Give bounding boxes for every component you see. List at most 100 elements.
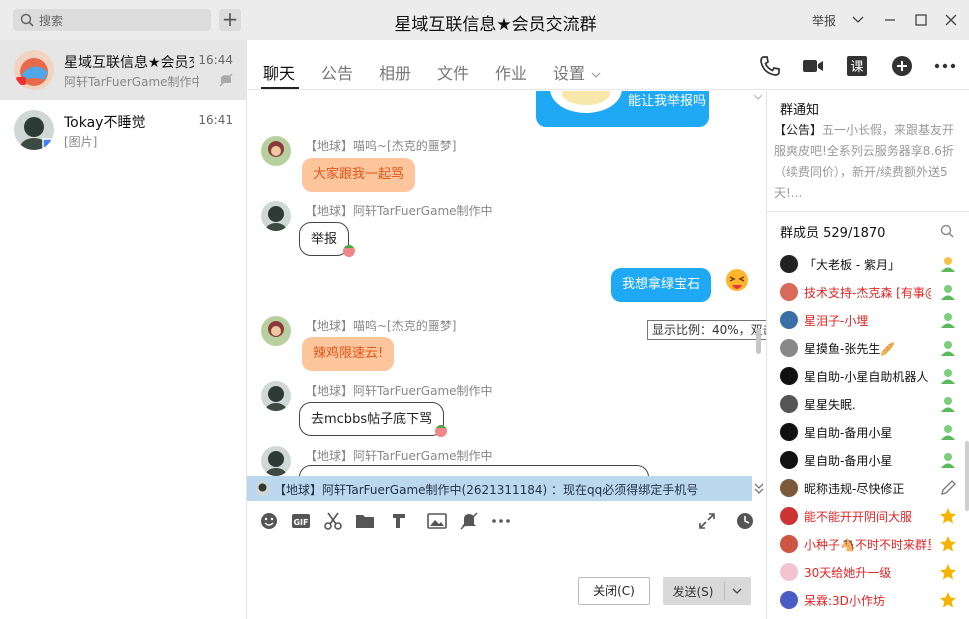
member-item[interactable]: 星泪子-小埋 <box>767 306 969 334</box>
member-search-icon[interactable] <box>939 223 955 239</box>
more-icon[interactable] <box>933 54 957 78</box>
member-name: 星自助-备用小星 <box>804 454 893 468</box>
minimize-icon[interactable] <box>881 11 899 29</box>
tab-album[interactable]: 相册 <box>379 60 411 84</box>
music-icon[interactable] <box>389 511 409 531</box>
member-avatar <box>780 591 798 609</box>
member-avatar <box>780 283 798 301</box>
collapse-icon[interactable] <box>752 93 764 103</box>
new-message-notice[interactable]: 【地球】阿轩TarFuerGame制作中(2621311184) ：现在qq必须… <box>247 476 752 501</box>
edit-icon <box>941 480 956 495</box>
member-name: 30天给她升一级 <box>804 566 892 580</box>
star-icon <box>940 564 956 580</box>
conversation-panel: 搜索 + 星域互联信息★会员交流群 16:44 阿轩TarFuerGame制作中… <box>0 0 247 619</box>
member-item[interactable]: 30天给她升一级 <box>767 558 969 586</box>
group-notice-body[interactable]: 【公告】五一小长假，来跟基友开服爽皮吧!全系列云服务器享8.6折（续费同价），新… <box>774 120 964 204</box>
emoji-picker-icon[interactable] <box>259 511 279 531</box>
gif-icon[interactable]: GIF <box>291 511 311 531</box>
message-bubble[interactable]: 我想拿绿宝石 <box>611 268 712 302</box>
tab-settings-label: 设置 <box>553 64 586 83</box>
active-tab-indicator <box>261 87 299 89</box>
admin-icon <box>941 425 955 440</box>
sender-avatar[interactable] <box>261 446 291 476</box>
member-item[interactable]: 小种子🐴不时不时来群里 <box>767 530 969 558</box>
bubble-decoration-icon <box>435 425 447 437</box>
conversation-name: 星域互联信息★会员交流群 <box>64 55 194 71</box>
emoji-icon <box>726 269 748 291</box>
message-bubble[interactable]: 大家跟我一起骂 <box>302 158 416 192</box>
video-call-icon[interactable] <box>801 54 825 78</box>
conversation-name: Tokay不睡觉 <box>64 115 146 131</box>
conversation-item-group[interactable]: 星域互联信息★会员交流群 16:44 阿轩TarFuerGame制作中:现在qq… <box>0 40 247 100</box>
phone-icon[interactable] <box>758 54 782 78</box>
message-list[interactable]: 能让我举报吗 【地球】喵呜~[杰克的噩梦] 大家跟我一起骂 【地球】阿轩TarF… <box>247 91 766 476</box>
send-label: 发送(S) <box>672 585 714 599</box>
send-button[interactable]: 发送(S) <box>663 577 751 605</box>
report-button[interactable]: 举报 <box>812 12 836 29</box>
star-icon <box>940 508 956 524</box>
star-icon <box>940 592 956 608</box>
message-input-area[interactable]: GIF 关闭(C) 发送(S) <box>247 501 766 619</box>
close-button[interactable]: 关闭(C) <box>578 577 650 605</box>
group-info-panel: 群通知 【公告】五一小长假，来跟基友开服爽皮吧!全系列云服务器享8.6折（续费同… <box>766 91 969 619</box>
screenshot-icon[interactable] <box>323 511 343 531</box>
expand-icon[interactable] <box>697 511 717 531</box>
message-sender: 【地球】阿轩TarFuerGame制作中 <box>305 204 493 218</box>
mute-notify-icon[interactable] <box>459 511 479 531</box>
member-item[interactable]: 星星失眠. <box>767 390 969 418</box>
chevron-down-icon[interactable] <box>849 11 867 29</box>
member-scrollbar[interactable] <box>965 441 969 511</box>
tab-settings[interactable]: 设置 <box>553 60 602 84</box>
member-avatar <box>780 367 798 385</box>
tab-homework[interactable]: 作业 <box>495 60 527 84</box>
message-bubble[interactable]: 辣鸡限速云! <box>302 337 395 371</box>
more-tools-icon[interactable] <box>491 511 511 531</box>
send-divider <box>724 582 725 600</box>
class-icon[interactable]: 课 <box>845 54 869 78</box>
admin-icon <box>941 341 955 356</box>
add-button[interactable]: + <box>219 9 241 31</box>
notice-tag: 【公告】 <box>774 123 823 137</box>
sender-avatar[interactable] <box>261 381 291 411</box>
tab-announcement[interactable]: 公告 <box>321 60 353 84</box>
member-item[interactable]: 能不能开开阴间大服 <box>767 502 969 530</box>
image-message[interactable]: 能让我举报吗 <box>536 91 709 127</box>
maximize-icon[interactable] <box>912 11 930 29</box>
search-icon <box>20 13 34 27</box>
close-icon[interactable] <box>942 11 960 29</box>
member-item[interactable]: 星自助-备用小星 <box>767 446 969 474</box>
message-bubble[interactable]: 去mcbbs帖子底下骂 <box>299 402 445 436</box>
add-app-icon[interactable] <box>890 54 914 78</box>
folder-icon[interactable] <box>355 511 375 531</box>
send-options-icon[interactable] <box>730 584 744 598</box>
member-name: 昵称违规-尽快修正 <box>804 482 905 496</box>
member-item[interactable]: 呆霖:3D小作坊 <box>767 586 969 614</box>
member-item[interactable]: 星自助-小星自助机器人 <box>767 362 969 390</box>
chat-scrollbar[interactable] <box>756 328 761 354</box>
admin-icon <box>941 285 955 300</box>
scroll-down-icon[interactable] <box>753 481 765 495</box>
tab-chat[interactable]: 聊天 <box>263 60 295 84</box>
member-item[interactable]: 昵称违规-尽快修正 <box>767 474 969 502</box>
owner-icon <box>941 257 955 272</box>
history-icon[interactable] <box>735 511 755 531</box>
message-bubble[interactable] <box>299 465 649 476</box>
sender-avatar[interactable] <box>261 201 291 231</box>
member-item[interactable]: 星摸鱼-张先生🥖 <box>767 334 969 362</box>
member-name: 「大老板 - 紫月」 <box>804 258 900 272</box>
sticker-image <box>550 91 622 113</box>
sender-avatar[interactable] <box>261 136 291 166</box>
conversation-time: 16:41 <box>198 113 233 127</box>
member-name: 能不能开开阴间大服 <box>804 510 913 524</box>
member-item[interactable]: 「大老板 - 紫月」 <box>767 250 969 278</box>
image-icon[interactable] <box>427 511 447 531</box>
conversation-item-tokay[interactable]: Tokay不睡觉 16:41 [图片] <box>0 100 247 160</box>
tab-files[interactable]: 文件 <box>437 60 469 84</box>
member-item[interactable]: 星自助-备用小星 <box>767 418 969 446</box>
member-item[interactable]: 技术支持-杰克森 [有事@我] <box>767 278 969 306</box>
conversation-time: 16:44 <box>198 53 233 67</box>
sender-avatar[interactable] <box>261 316 291 346</box>
search-input[interactable]: 搜索 <box>13 9 211 31</box>
member-name: 呆霖:3D小作坊 <box>804 594 885 608</box>
svg-text:课: 课 <box>850 60 863 75</box>
